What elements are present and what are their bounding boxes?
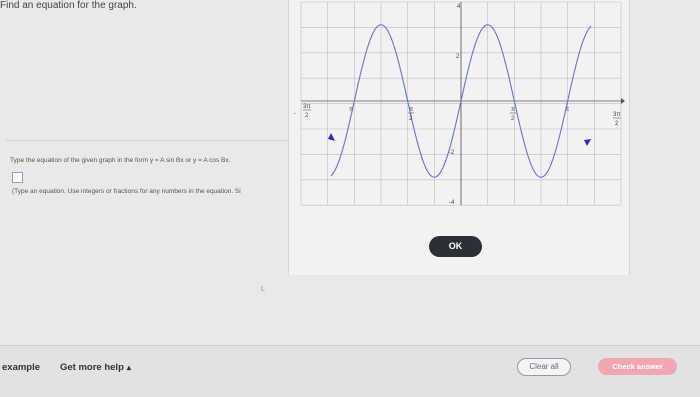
x-axis-arrow-icon: [621, 98, 625, 104]
stray-mark: L: [261, 286, 265, 293]
curve-left-arrow-icon: [328, 133, 335, 141]
x-tick-3pi-2-num: 3π: [613, 112, 620, 118]
graph-panel: 3π 2 - π π 2 π 2 π 3π 2 4 2 -2 -4: [288, 0, 630, 275]
question-hint: (Type an equation. Use integers or fract…: [12, 188, 241, 195]
divider: [6, 140, 288, 141]
graph-plot: 3π 2 - π π 2 π 2 π 3π 2 4 2 -2 -4: [294, 1, 625, 206]
answer-input[interactable]: [12, 172, 23, 183]
help-label: Get more help: [60, 362, 124, 373]
x-tick-neg-3pi-2-den: 2: [305, 113, 309, 119]
x-tick-pi: π: [565, 107, 569, 113]
ok-button[interactable]: OK: [429, 236, 482, 257]
get-more-help-link[interactable]: Get more help ▴: [60, 362, 131, 373]
x-tick-neg-sign: -: [294, 111, 296, 117]
caret-up-icon: ▴: [126, 363, 131, 372]
y-tick-bottom: -4: [449, 200, 455, 206]
check-answer-button[interactable]: Check answer: [598, 358, 677, 375]
x-tick-neg-3pi-2-num: 3π: [303, 104, 310, 110]
x-tick-neg-pi: π: [349, 107, 353, 113]
y-tick-top: 4: [457, 4, 461, 10]
clear-all-button[interactable]: Clear all: [517, 358, 571, 376]
x-tick-neg-pi-2-num: π: [409, 107, 413, 113]
x-tick-pi-2-num: π: [511, 107, 515, 113]
example-link[interactable]: example: [2, 362, 40, 373]
y-tick-two: 2: [456, 54, 460, 60]
question-prompt: Type the equation of the given graph in …: [10, 157, 231, 164]
y-tick-neg-two: -2: [449, 150, 455, 156]
x-tick-3pi-2-den: 2: [615, 121, 619, 127]
curve-right-arrow-icon: [584, 139, 591, 146]
question-title: Find an equation for the graph.: [0, 0, 137, 11]
